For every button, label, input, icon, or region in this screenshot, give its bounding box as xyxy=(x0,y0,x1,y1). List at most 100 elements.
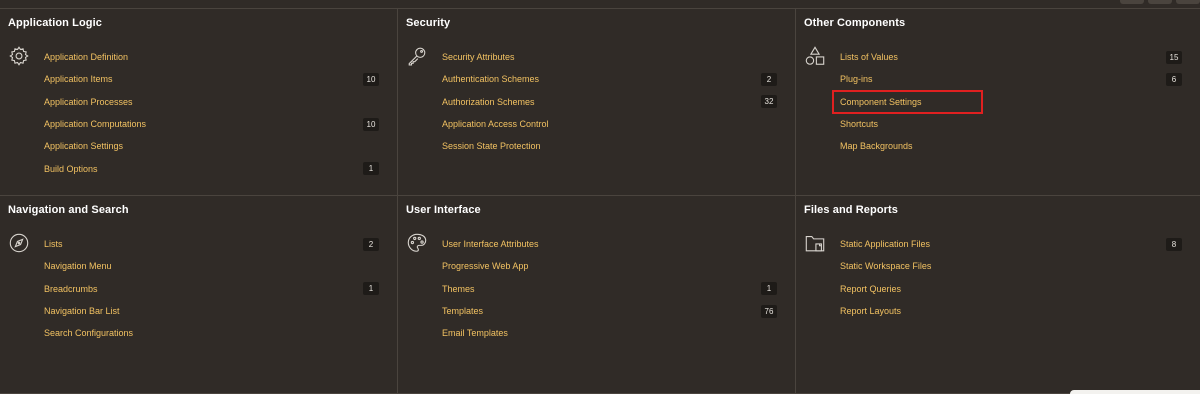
bottom-notch xyxy=(1070,390,1200,394)
top-control-2[interactable] xyxy=(1148,0,1172,4)
link-lists-of-values[interactable]: Lists of Values xyxy=(840,52,898,62)
panel-user-interface: User Interface User Interface Attributes P… xyxy=(398,196,796,394)
panel-title: Navigation and Search xyxy=(8,204,129,216)
link-user-interface-attributes[interactable]: User Interface Attributes xyxy=(442,239,539,249)
palette-icon xyxy=(406,232,428,254)
link-security-attributes[interactable]: Security Attributes xyxy=(442,52,515,62)
link-item-email-templates[interactable]: Email Templates xyxy=(434,322,777,344)
link-item-plug-ins[interactable]: Plug-ins 6 xyxy=(832,68,1182,90)
link-item-lists[interactable]: Lists 2 xyxy=(36,233,379,255)
gear-icon xyxy=(8,45,30,67)
link-application-definition[interactable]: Application Definition xyxy=(44,52,128,62)
link-item-application-access-control[interactable]: Application Access Control xyxy=(434,113,777,135)
link-static-application-files[interactable]: Static Application Files xyxy=(840,239,930,249)
panel-title: Security xyxy=(406,17,451,29)
link-item-user-interface-attributes[interactable]: User Interface Attributes xyxy=(434,233,777,255)
link-item-navigation-menu[interactable]: Navigation Menu xyxy=(36,255,379,277)
link-item-static-workspace-files[interactable]: Static Workspace Files xyxy=(832,255,1182,277)
link-component-settings[interactable]: Component Settings xyxy=(840,97,922,107)
count-badge: 8 xyxy=(1166,237,1182,251)
link-item-breadcrumbs[interactable]: Breadcrumbs 1 xyxy=(36,278,379,300)
count-badge: 6 xyxy=(1166,72,1182,86)
link-static-workspace-files[interactable]: Static Workspace Files xyxy=(840,261,931,271)
link-navigation-menu[interactable]: Navigation Menu xyxy=(44,261,112,271)
link-item-build-options[interactable]: Build Options 1 xyxy=(36,157,379,179)
link-item-themes[interactable]: Themes 1 xyxy=(434,278,777,300)
link-item-application-computations[interactable]: Application Computations 10 xyxy=(36,113,379,135)
link-themes[interactable]: Themes xyxy=(442,284,475,294)
link-item-report-layouts[interactable]: Report Layouts xyxy=(832,300,1182,322)
top-control-1[interactable] xyxy=(1120,0,1144,4)
link-authorization-schemes[interactable]: Authorization Schemes xyxy=(442,97,535,107)
panel-link-list: Security Attributes Authentication Scheme… xyxy=(434,46,777,157)
link-application-access-control[interactable]: Application Access Control xyxy=(442,119,549,129)
panel-link-list: Lists 2 Navigation Menu Breadcrumbs 1 Navigat… xyxy=(36,233,379,344)
link-item-application-items[interactable]: Application Items 10 xyxy=(36,68,379,90)
link-shortcuts[interactable]: Shortcuts xyxy=(840,119,878,129)
link-item-application-settings[interactable]: Application Settings xyxy=(36,135,379,157)
panel-link-list: Lists of Values 15 Plug-ins 6 Component Sett… xyxy=(832,46,1182,157)
link-item-navigation-bar-list[interactable]: Navigation Bar List xyxy=(36,300,379,322)
panel-link-list: Static Application Files 8 Static Workspac… xyxy=(832,233,1182,322)
panel-application-logic: Application Logic Application Definition A… xyxy=(0,9,398,196)
link-plug-ins[interactable]: Plug-ins xyxy=(840,74,873,84)
key-icon xyxy=(406,45,428,67)
panel-other-components: Other Components Lists of Values 15 Plug-in… xyxy=(796,9,1200,196)
link-item-component-settings[interactable]: Component Settings xyxy=(832,91,1182,113)
link-item-search-configurations[interactable]: Search Configurations xyxy=(36,322,379,344)
link-session-state-protection[interactable]: Session State Protection xyxy=(442,141,541,151)
link-application-items[interactable]: Application Items xyxy=(44,74,113,84)
link-item-templates[interactable]: Templates 76 xyxy=(434,300,777,322)
link-item-security-attributes[interactable]: Security Attributes xyxy=(434,46,777,68)
link-item-application-processes[interactable]: Application Processes xyxy=(36,91,379,113)
count-badge: 2 xyxy=(761,72,777,86)
count-badge: 1 xyxy=(363,282,379,296)
link-item-shortcuts[interactable]: Shortcuts xyxy=(832,113,1182,135)
link-report-queries[interactable]: Report Queries xyxy=(840,284,901,294)
link-build-options[interactable]: Build Options xyxy=(44,164,98,174)
link-breadcrumbs[interactable]: Breadcrumbs xyxy=(44,284,98,294)
count-badge: 1 xyxy=(363,162,379,176)
link-item-application-definition[interactable]: Application Definition xyxy=(36,46,379,68)
link-application-processes[interactable]: Application Processes xyxy=(44,97,133,107)
link-report-layouts[interactable]: Report Layouts xyxy=(840,306,901,316)
components-grid: Application Logic Application Definition A… xyxy=(0,9,1200,394)
link-item-static-application-files[interactable]: Static Application Files 8 xyxy=(832,233,1182,255)
panel-security: Security Security Attributes Authenticatio… xyxy=(398,9,796,196)
link-progressive-web-app[interactable]: Progressive Web App xyxy=(442,261,528,271)
link-item-authentication-schemes[interactable]: Authentication Schemes 2 xyxy=(434,68,777,90)
link-email-templates[interactable]: Email Templates xyxy=(442,328,508,338)
link-application-settings[interactable]: Application Settings xyxy=(44,141,123,151)
panel-link-list: User Interface Attributes Progressive Web… xyxy=(434,233,777,344)
panel-title: Application Logic xyxy=(8,17,102,29)
count-badge: 76 xyxy=(761,304,777,318)
link-item-authorization-schemes[interactable]: Authorization Schemes 32 xyxy=(434,91,777,113)
link-map-backgrounds[interactable]: Map Backgrounds xyxy=(840,141,913,151)
link-templates[interactable]: Templates xyxy=(442,306,483,316)
link-item-report-queries[interactable]: Report Queries xyxy=(832,278,1182,300)
top-controls xyxy=(1120,0,1200,4)
link-item-map-backgrounds[interactable]: Map Backgrounds xyxy=(832,135,1182,157)
shared-components-page: Application Logic Application Definition A… xyxy=(0,0,1200,394)
panel-navigation-and-search: Navigation and Search Lists 2 Navigation Me… xyxy=(0,196,398,394)
shapes-icon xyxy=(804,45,826,67)
folder-icon xyxy=(804,232,826,254)
count-badge: 10 xyxy=(363,117,379,131)
panel-link-list: Application Definition Application Items 1… xyxy=(36,46,379,180)
top-control-3[interactable] xyxy=(1176,0,1200,4)
count-badge: 32 xyxy=(761,95,777,109)
link-item-progressive-web-app[interactable]: Progressive Web App xyxy=(434,255,777,277)
link-item-session-state-protection[interactable]: Session State Protection xyxy=(434,135,777,157)
panel-title: Other Components xyxy=(804,17,906,29)
link-lists[interactable]: Lists xyxy=(44,239,63,249)
count-badge: 15 xyxy=(1166,50,1182,64)
link-navigation-bar-list[interactable]: Navigation Bar List xyxy=(44,306,120,316)
count-badge: 10 xyxy=(363,72,379,86)
compass-icon xyxy=(8,232,30,254)
panel-title: Files and Reports xyxy=(804,204,898,216)
count-badge: 1 xyxy=(761,282,777,296)
link-search-configurations[interactable]: Search Configurations xyxy=(44,328,133,338)
link-authentication-schemes[interactable]: Authentication Schemes xyxy=(442,74,539,84)
link-application-computations[interactable]: Application Computations xyxy=(44,119,146,129)
link-item-lists-of-values[interactable]: Lists of Values 15 xyxy=(832,46,1182,68)
